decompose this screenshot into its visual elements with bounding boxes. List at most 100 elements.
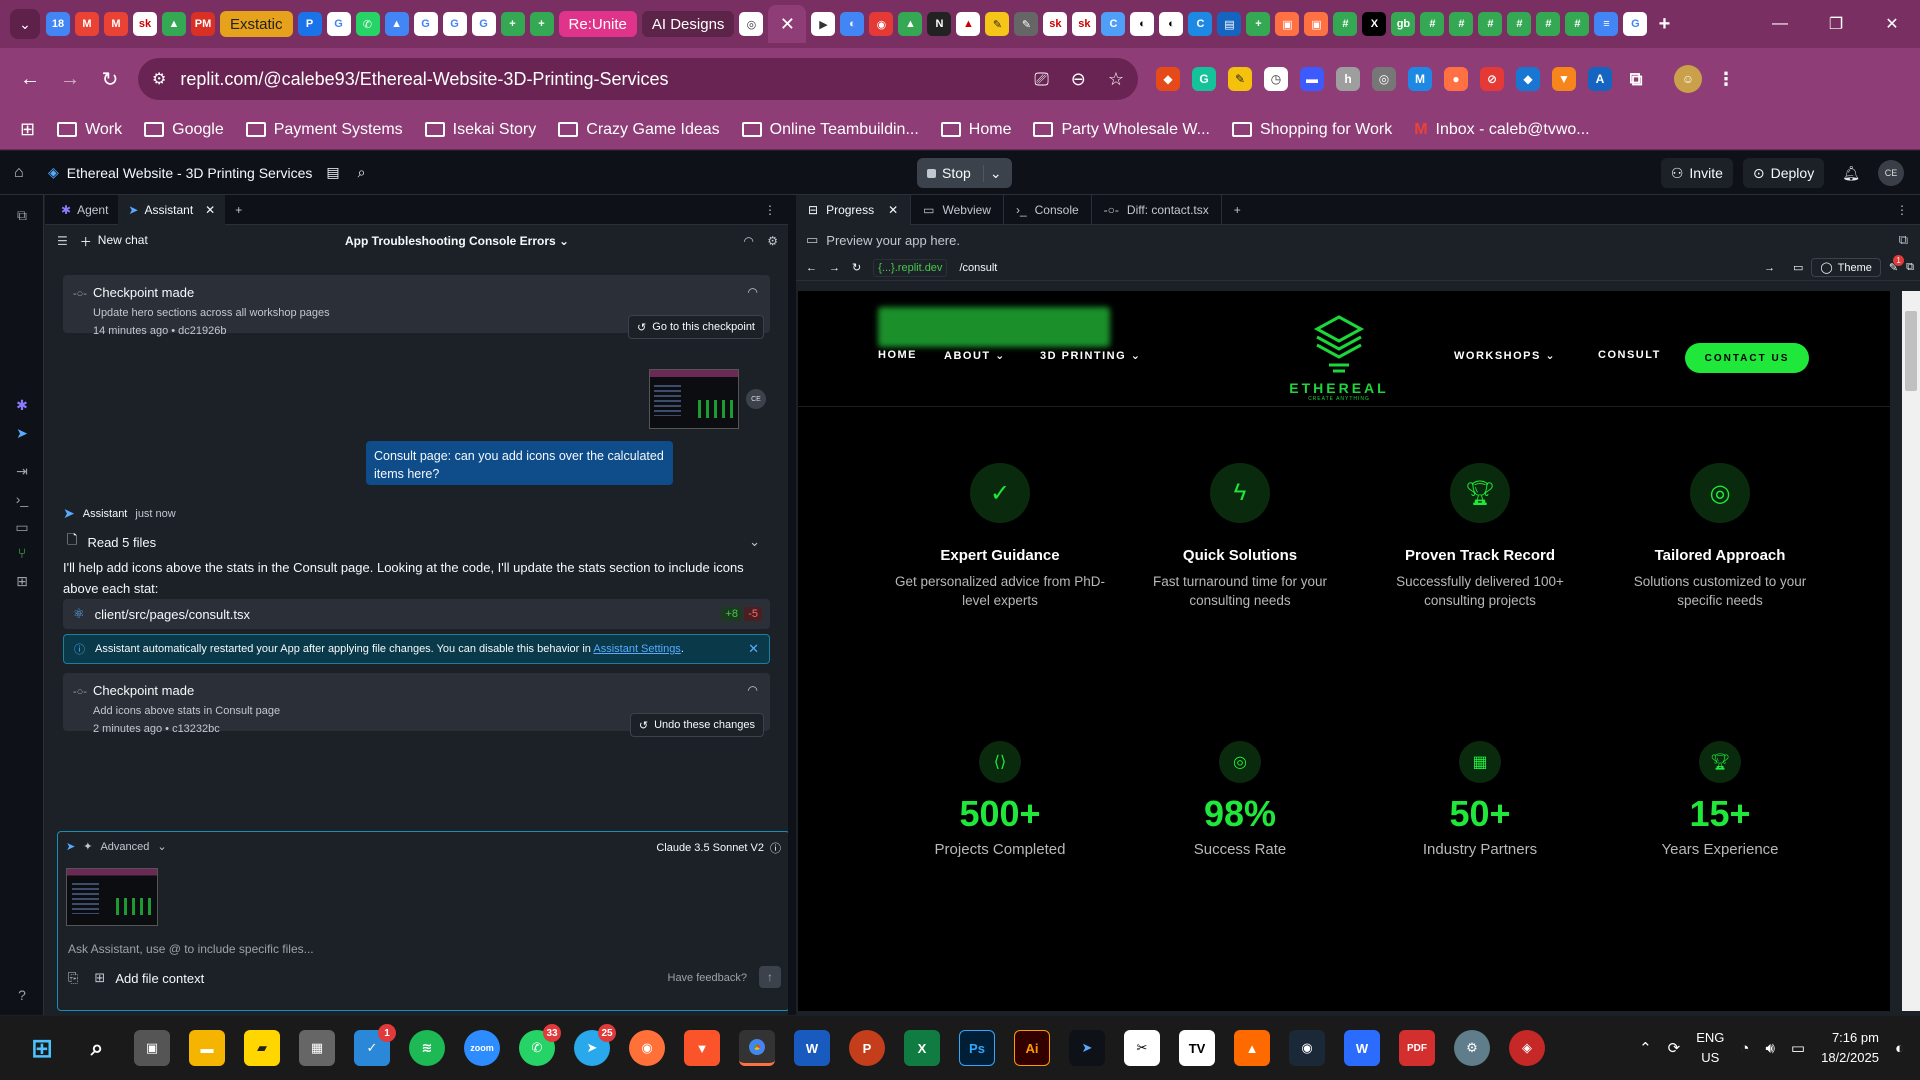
rollback-icon[interactable]: ◠	[748, 285, 758, 299]
x-tab-icon[interactable]: X	[1362, 12, 1387, 36]
cursor-app-icon[interactable]: ➤	[1069, 1030, 1105, 1066]
tradingview-icon[interactable]: TV	[1179, 1030, 1215, 1066]
tab-favicon[interactable]: N	[927, 12, 952, 36]
project-panel-icon[interactable]: ▤	[326, 164, 339, 181]
chevron-down-icon[interactable]: ⌄	[749, 534, 760, 550]
firefox-icon[interactable]: ◉	[629, 1030, 665, 1066]
google-tab-icon[interactable]: G	[1623, 12, 1648, 36]
tab-reunite[interactable]: Re:Unite	[558, 11, 637, 37]
back-icon[interactable]: ←	[10, 59, 50, 99]
metamask-icon[interactable]: ▼	[1552, 67, 1576, 91]
new-chat-button[interactable]: ＋ New chat	[80, 233, 148, 250]
assistant-icon[interactable]: ➤	[12, 425, 32, 445]
bookmark-folder[interactable]: Payment Systems	[245, 121, 403, 139]
capcut-icon[interactable]: ✂	[1124, 1030, 1160, 1066]
devices-icon[interactable]: ▭	[1793, 261, 1803, 274]
forward-icon[interactable]: →	[50, 59, 90, 99]
project-title[interactable]: ◈ Ethereal Website - 3D Printing Service…	[48, 164, 365, 181]
contact-us-button[interactable]: CONTACT US	[1685, 343, 1809, 373]
todo-icon[interactable]: ✓ 1	[354, 1024, 396, 1066]
search-icon[interactable]: ⌕	[79, 1030, 115, 1066]
help-icon[interactable]: ?	[12, 987, 32, 1007]
sheets-tab-icon[interactable]: #	[1536, 12, 1561, 36]
apps-grid-icon[interactable]: ⊞	[20, 119, 35, 140]
add-file-context-button[interactable]: ⎘ ⊞ Add file context	[68, 970, 204, 986]
windows-start-icon[interactable]: ⊞	[24, 1030, 60, 1066]
go-to-checkpoint-button[interactable]: ↺ Go to this checkpoint	[628, 315, 764, 339]
tab-favicon[interactable]: ✎	[1014, 12, 1039, 36]
spotify-icon[interactable]: ≋	[409, 1030, 445, 1066]
install-app-icon[interactable]: ⎚	[1034, 69, 1048, 90]
app-icon[interactable]: ◈	[1509, 1030, 1545, 1066]
close-icon[interactable]: ✕	[748, 641, 759, 657]
theme-button[interactable]: ◯ Theme	[1811, 258, 1881, 277]
tab-favicon[interactable]: ▣	[1304, 12, 1329, 36]
close-tab-icon[interactable]: ✕	[888, 203, 898, 217]
sheets-tab-icon[interactable]: #	[1449, 12, 1474, 36]
home-icon[interactable]: ⌂	[14, 164, 34, 182]
sheets-tab-icon[interactable]: #	[1333, 12, 1358, 36]
changed-file-row[interactable]: ⚛ client/src/pages/consult.tsx +8 -5	[63, 599, 770, 629]
language-indicator[interactable]: ENG US	[1696, 1028, 1724, 1068]
attached-image-thumbnail[interactable]	[66, 868, 158, 926]
gmail-tab-icon[interactable]: M	[104, 12, 128, 36]
new-tab-icon[interactable]: +	[1652, 12, 1676, 36]
openai-tab-icon[interactable]: ◎	[739, 12, 764, 36]
app-icon[interactable]: ▲	[1234, 1030, 1270, 1066]
files-icon[interactable]: ⧉	[12, 207, 32, 227]
tab-webview[interactable]: ▭ Webview	[911, 194, 1004, 225]
chevron-up-icon[interactable]: ⌃	[1639, 1039, 1652, 1057]
profile-avatar[interactable]: ☺	[1674, 65, 1702, 93]
sheets-tab-icon[interactable]: #	[1478, 12, 1503, 36]
reload-icon[interactable]: ↻	[90, 59, 130, 99]
google-tab-icon[interactable]: G	[413, 12, 438, 36]
whatsapp-tab-icon[interactable]: ✆	[355, 12, 380, 36]
brave-icon[interactable]: ▼	[684, 1030, 720, 1066]
bookmark-folder[interactable]: Shopping for Work	[1231, 121, 1392, 139]
extension-icon[interactable]: ▬	[1300, 67, 1324, 91]
devtools-icon[interactable]: ✎ 1	[1889, 255, 1905, 274]
sk-tab-icon[interactable]: sk	[133, 12, 157, 36]
tab-diff[interactable]: -○- Diff: contact.tsx	[1092, 194, 1222, 225]
git-icon[interactable]: ⑂	[12, 545, 32, 565]
gmail-tab-icon[interactable]: M	[75, 12, 99, 36]
play-tab-icon[interactable]: ▶	[811, 12, 836, 36]
extension-icon[interactable]: ◆	[1516, 67, 1540, 91]
tab-favicon[interactable]: gb	[1391, 12, 1416, 36]
rollback-icon[interactable]: ◠	[744, 234, 754, 248]
sk-tab-icon[interactable]: sk	[1072, 12, 1097, 36]
sheets-tab-icon[interactable]: +	[1246, 12, 1271, 36]
bookmark-folder[interactable]: Party Wholesale W...	[1033, 121, 1210, 139]
reload-icon[interactable]: ↻	[852, 261, 861, 274]
tab-favicon[interactable]: ▣	[1275, 12, 1300, 36]
settings-icon[interactable]: ⚙	[1454, 1030, 1490, 1066]
user-avatar[interactable]: CE	[1878, 160, 1904, 186]
site-logo[interactable]: ETHEREAL CREATE ANYTHING	[1264, 315, 1414, 402]
more-icon[interactable]: ⋮	[764, 203, 776, 217]
popout-icon[interactable]: ⧉	[1899, 232, 1908, 248]
docs-tab-icon[interactable]: ≡	[1594, 12, 1619, 36]
zoom-icon[interactable]: zoom	[464, 1030, 500, 1066]
bookmark-star-icon[interactable]: ☆	[1108, 69, 1124, 90]
volume-icon[interactable]: 🔊︎	[1765, 1040, 1774, 1057]
tab-ai-designs[interactable]: AI Designs	[641, 11, 735, 37]
extension-icon[interactable]: M	[1408, 67, 1432, 91]
nav-about[interactable]: ABOUT ⌄	[944, 349, 1006, 362]
tab-favicon[interactable]: 18	[46, 12, 70, 36]
nav-3d-printing[interactable]: 3D PRINTING ⌄	[1040, 349, 1141, 362]
info-icon[interactable]: ⓘ	[770, 840, 781, 856]
paperclip-icon[interactable]: ⎘	[68, 970, 78, 986]
site-info-icon[interactable]: ⚙	[152, 69, 166, 89]
drive-tab-icon[interactable]: ▲	[898, 12, 923, 36]
dev-domain[interactable]: {...}.replit.dev	[873, 258, 948, 277]
agent-icon[interactable]: ✱	[12, 397, 32, 417]
bookmark-folder[interactable]: Isekai Story	[424, 121, 536, 139]
sheets-tab-icon[interactable]: #	[1565, 12, 1590, 36]
undo-changes-button[interactable]: ↺ Undo these changes	[629, 713, 764, 737]
battery-icon[interactable]: ▭	[1791, 1039, 1805, 1057]
wifi-icon[interactable]: ◔	[1740, 1040, 1749, 1057]
sticky-notes-icon[interactable]: ▰	[244, 1030, 280, 1066]
minimize-icon[interactable]: —	[1752, 0, 1808, 48]
steam-icon[interactable]: ◉	[1289, 1030, 1325, 1066]
bookmark-folder[interactable]: Online Teambuildin...	[741, 121, 919, 139]
